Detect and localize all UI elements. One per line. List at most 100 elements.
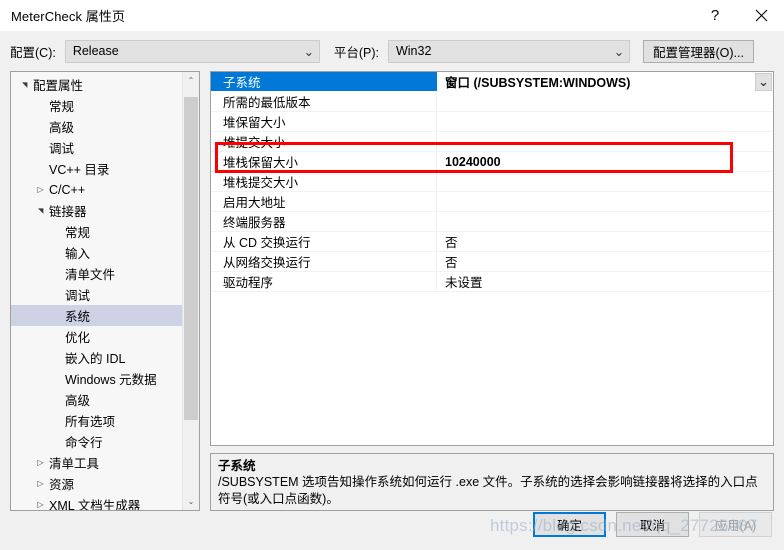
tree-item-label: 清单文件	[65, 268, 116, 282]
help-icon[interactable]: ?	[692, 0, 738, 31]
tree-item[interactable]: ▷ 资源	[11, 473, 182, 494]
tree-item[interactable]: ◢ 配置属性	[11, 74, 182, 95]
tree-item[interactable]: 优化	[11, 326, 182, 347]
property-value[interactable]: 未设置	[437, 272, 773, 291]
tree-expand-closed-icon[interactable]: ▷	[33, 479, 48, 488]
window-title: MeterCheck 属性页	[11, 9, 126, 24]
close-icon[interactable]	[738, 0, 784, 31]
tree-item-label: 调试	[49, 142, 75, 156]
tree-item[interactable]: 系统	[11, 305, 182, 326]
tree-item-label: 配置属性	[33, 79, 84, 93]
property-value[interactable]: 窗口 (/SUBSYSTEM:WINDOWS) ⌄	[437, 72, 773, 91]
tree-item[interactable]: Windows 元数据	[11, 368, 182, 389]
tree-item[interactable]: 输入	[11, 242, 182, 263]
property-pane: 子系统 窗口 (/SUBSYSTEM:WINDOWS) ⌄ 所需的最低版本 堆保留大小堆…	[210, 71, 774, 511]
property-grid-rows: 子系统 窗口 (/SUBSYSTEM:WINDOWS) ⌄ 所需的最低版本 堆保留大小堆…	[211, 72, 773, 292]
property-value[interactable]: 10240000	[437, 155, 773, 169]
chevron-down-icon: ⌄	[303, 44, 315, 59]
tree-item[interactable]: VC++ 目录	[11, 158, 182, 179]
tree-item-label: 调试	[65, 289, 91, 303]
configuration-bar: 配置(C): Release ⌄ 平台(P): Win32 ⌄ 配置管理器(O)…	[0, 31, 784, 71]
property-name: 子系统	[211, 72, 437, 91]
tree-item-label: 命令行	[65, 436, 103, 450]
tree-scrollbar-thumb[interactable]	[184, 97, 198, 421]
chevron-down-icon[interactable]: ⌄	[755, 72, 772, 91]
ok-button[interactable]: 确定	[533, 511, 606, 537]
tree-item-label: 输入	[65, 247, 91, 261]
tree-expand-open-icon[interactable]: ◢	[37, 203, 45, 218]
property-value[interactable]: 否	[437, 252, 773, 271]
tree-item[interactable]: 常规	[11, 95, 182, 116]
tree-expand-closed-icon[interactable]: ▷	[33, 185, 48, 194]
property-name: 从 CD 交换运行	[211, 232, 437, 251]
property-value[interactable]: 否	[437, 232, 773, 251]
tree-item[interactable]: 常规	[11, 221, 182, 242]
tree-item-label: 链接器	[49, 205, 87, 219]
tree-item-label: C/C++	[49, 182, 86, 197]
tree-expand-open-icon[interactable]: ◢	[21, 77, 29, 92]
property-name: 驱动程序	[211, 272, 437, 291]
tree-item[interactable]: 嵌入的 IDL	[11, 347, 182, 368]
property-row[interactable]: 从网络交换运行否	[211, 252, 773, 272]
configuration-label: 配置(C):	[10, 45, 56, 60]
tree-item[interactable]: 调试	[11, 284, 182, 305]
property-name: 堆保留大小	[211, 112, 437, 131]
configuration-tree[interactable]: ◢ 配置属性 常规 高级 调试 VC++ 目录 ▷ C/C++ ◢ 链接器 常规 输入 清单文件 调试 系统…	[11, 72, 182, 510]
tree-item[interactable]: 高级	[11, 116, 182, 137]
tree-item-label: 所有选项	[65, 415, 116, 429]
configuration-combo[interactable]: Release ⌄	[64, 39, 320, 63]
tree-item[interactable]: ▷ 清单工具	[11, 452, 182, 473]
tree-item-label: 常规	[49, 100, 75, 114]
property-value-text: 窗口 (/SUBSYSTEM:WINDOWS)	[445, 76, 631, 90]
tree-item-label: 高级	[49, 121, 75, 135]
dialog-body: ◢ 配置属性 常规 高级 调试 VC++ 目录 ▷ C/C++ ◢ 链接器 常规 输入 清单文件 调试 系统…	[0, 71, 784, 511]
property-name: 从网络交换运行	[211, 252, 437, 271]
tree-item[interactable]: ▷ C/C++	[11, 179, 182, 200]
tree-item-label: 嵌入的 IDL	[65, 352, 126, 366]
platform-combo[interactable]: Win32 ⌄	[387, 39, 630, 63]
tree-item[interactable]: 清单文件	[11, 263, 182, 284]
property-name: 堆栈保留大小	[211, 152, 437, 171]
tree-item-label: 系统	[65, 310, 91, 324]
tree-item-label: 资源	[49, 478, 75, 492]
tree-item[interactable]: 命令行	[11, 431, 182, 452]
tree-expand-closed-icon[interactable]: ▷	[33, 458, 48, 467]
property-row[interactable]: 驱动程序 未设置	[211, 272, 773, 292]
property-grid[interactable]: 子系统 窗口 (/SUBSYSTEM:WINDOWS) ⌄ 所需的最低版本 堆保留大小堆…	[210, 71, 774, 446]
property-name: 启用大地址	[211, 192, 437, 211]
tree-item[interactable]: 高级	[11, 389, 182, 410]
title-bar: MeterCheck 属性页 ?	[0, 0, 784, 31]
property-row[interactable]: 堆提交大小	[211, 132, 773, 152]
property-row[interactable]: 堆保留大小	[211, 112, 773, 132]
dialog-footer: 确定 取消 应用(A)	[0, 498, 784, 550]
property-row[interactable]: 终端服务器	[211, 212, 773, 232]
tree-item[interactable]: 所有选项	[11, 410, 182, 431]
tree-scrollbar-track[interactable]	[183, 89, 199, 493]
tree-item-label: 高级	[65, 394, 91, 408]
cancel-button[interactable]: 取消	[616, 511, 689, 537]
property-name: 所需的最低版本	[211, 92, 437, 111]
platform-value: Win32	[395, 44, 432, 58]
property-row[interactable]: 从 CD 交换运行否	[211, 232, 773, 252]
property-row[interactable]: 堆栈保留大小 10240000	[211, 152, 773, 172]
property-name: 终端服务器	[211, 212, 437, 231]
property-pages-dialog: MeterCheck 属性页 ? 配置(C): Release ⌄ 平台(P):…	[0, 0, 784, 550]
tree-item-label: 常规	[65, 226, 91, 240]
property-name: 堆栈提交大小	[211, 172, 437, 191]
configuration-value: Release	[72, 44, 119, 58]
tree-item-label: VC++ 目录	[49, 163, 110, 177]
property-row[interactable]: 子系统 窗口 (/SUBSYSTEM:WINDOWS) ⌄	[211, 72, 773, 92]
tree-item[interactable]: 调试	[11, 137, 182, 158]
tree-item-label: Windows 元数据	[65, 373, 157, 387]
tree-item[interactable]: ◢ 链接器	[11, 200, 182, 221]
configuration-manager-button[interactable]: 配置管理器(O)...	[642, 39, 754, 63]
property-row[interactable]: 所需的最低版本	[211, 92, 773, 112]
tree-scrollbar[interactable]: ⌃ ⌄	[182, 72, 199, 510]
configuration-tree-panel: ◢ 配置属性 常规 高级 调试 VC++ 目录 ▷ C/C++ ◢ 链接器 常规 输入 清单文件 调试 系统…	[10, 71, 200, 511]
apply-button: 应用(A)	[699, 511, 772, 537]
scroll-up-icon[interactable]: ⌃	[183, 72, 199, 89]
property-row[interactable]: 堆栈提交大小	[211, 172, 773, 192]
property-row[interactable]: 启用大地址	[211, 192, 773, 212]
tree-item-label: 优化	[65, 331, 91, 345]
platform-label: 平台(P):	[333, 45, 379, 60]
